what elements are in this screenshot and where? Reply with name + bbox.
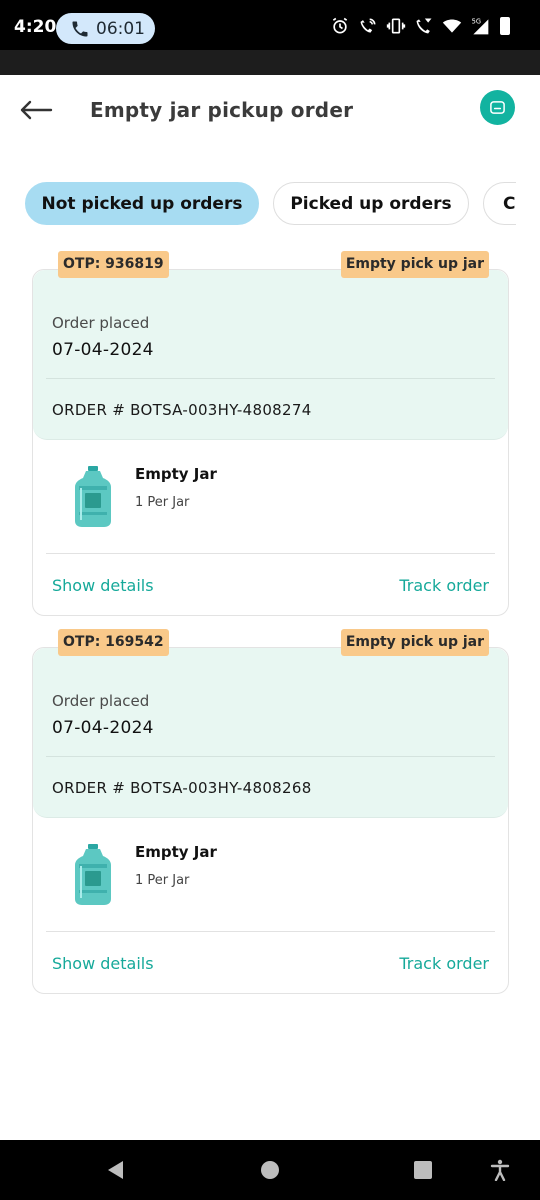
- vibrate-icon: [386, 18, 406, 34]
- otp-badge: OTP: 169542: [58, 629, 169, 656]
- product-name: Empty Jar: [135, 843, 217, 861]
- arrow-left-icon: [20, 100, 53, 120]
- alarm-icon: [332, 17, 348, 34]
- order-status-tabs: Not picked up orders Picked up orders C: [0, 180, 516, 228]
- water-jar-image: [75, 466, 111, 527]
- tab-not-picked-up-orders[interactable]: Not picked up orders: [25, 182, 259, 225]
- show-details-link[interactable]: Show details: [52, 954, 154, 973]
- nav-back-icon: [108, 1161, 123, 1179]
- order-number: ORDER # BOTSA-003HY-4808274: [52, 401, 312, 419]
- svg-text:5G: 5G: [472, 18, 481, 26]
- product-name: Empty Jar: [135, 465, 217, 483]
- nav-recents-icon: [414, 1161, 432, 1179]
- nav-home-icon: [261, 1161, 279, 1179]
- accessibility-icon: [490, 1159, 510, 1181]
- nav-back-button[interactable]: [104, 1158, 128, 1182]
- phone-icon: [72, 21, 88, 36]
- show-details-link[interactable]: Show details: [52, 576, 154, 595]
- call-duration: 06:01: [96, 18, 145, 39]
- nav-recents-button[interactable]: [411, 1158, 435, 1182]
- chat-bot-button[interactable]: [480, 90, 515, 125]
- order-card[interactable]: OTP: 169542 Empty pick up jar Order plac…: [32, 629, 509, 994]
- app-top-strip: [0, 50, 540, 75]
- nav-home-button[interactable]: [258, 1158, 282, 1182]
- tab-picked-up-orders[interactable]: Picked up orders: [273, 182, 469, 225]
- divider: [46, 756, 495, 757]
- order-placed-date: 07-04-2024: [52, 340, 154, 360]
- wifi-icon: [442, 19, 462, 33]
- app-header: Empty jar pickup order: [0, 75, 540, 145]
- order-summary: OTP: 169542 Empty pick up jar Order plac…: [33, 629, 508, 818]
- order-placed-date: 07-04-2024: [52, 718, 154, 738]
- product-quantity: 1 Per Jar: [135, 495, 190, 510]
- ongoing-call-chip[interactable]: 06:01: [56, 13, 155, 44]
- tab-partial-hidden[interactable]: C: [483, 182, 516, 225]
- wifi-calling-icon: [416, 18, 432, 34]
- divider: [46, 378, 495, 379]
- back-button[interactable]: [16, 91, 56, 129]
- system-navigation-bar: [0, 1140, 540, 1200]
- status-time: 4:20: [14, 17, 57, 37]
- status-bar: 4:20 06:01 5G: [0, 0, 540, 50]
- order-placed-label: Order placed: [52, 314, 150, 332]
- call-wifi-icon: [360, 18, 376, 33]
- water-jar-image: [75, 844, 111, 905]
- order-summary: OTP: 936819 Empty pick up jar Order plac…: [33, 251, 508, 440]
- divider: [46, 931, 495, 932]
- otp-badge: OTP: 936819: [58, 251, 169, 278]
- order-type-badge: Empty pick up jar: [340, 629, 489, 656]
- track-order-link[interactable]: Track order: [399, 954, 489, 973]
- track-order-link[interactable]: Track order: [399, 576, 489, 595]
- chat-bot-icon: [490, 101, 505, 114]
- accessibility-button[interactable]: [488, 1158, 512, 1182]
- battery-icon: [500, 17, 510, 35]
- status-icons: 5G: [330, 16, 510, 36]
- order-type-badge: Empty pick up jar: [340, 251, 489, 278]
- divider: [46, 553, 495, 554]
- page-title: Empty jar pickup order: [90, 98, 354, 122]
- product-quantity: 1 Per Jar: [135, 873, 190, 888]
- order-number: ORDER # BOTSA-003HY-4808268: [52, 779, 312, 797]
- order-placed-label: Order placed: [52, 692, 150, 710]
- signal-5g-icon: 5G: [472, 18, 489, 35]
- order-card[interactable]: OTP: 936819 Empty pick up jar Order plac…: [32, 251, 509, 616]
